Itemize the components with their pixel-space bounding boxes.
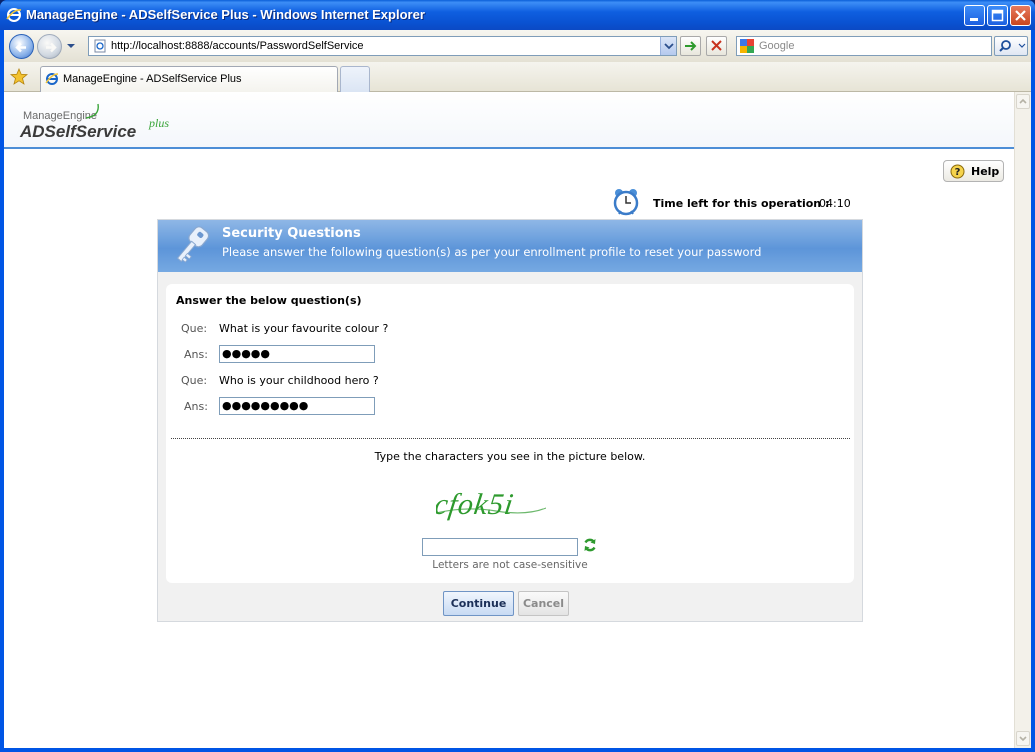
maximize-button[interactable] <box>987 5 1008 26</box>
answer-2-input[interactable]: ●●●●●●●●● <box>219 397 375 415</box>
section-divider <box>171 438 850 439</box>
captcha-instruction: Type the characters you see in the pictu… <box>374 450 646 463</box>
search-box[interactable]: Google <box>736 36 992 56</box>
panel-header: Security Questions Please answer the fol… <box>158 220 862 272</box>
ans-label: Ans: <box>184 400 208 413</box>
search-icon <box>999 40 1026 52</box>
security-questions-panel: Security Questions Please answer the fol… <box>157 219 863 622</box>
help-button[interactable]: ? Help <box>943 160 1004 182</box>
scroll-up-button[interactable] <box>1016 94 1030 109</box>
forward-button[interactable] <box>37 34 62 59</box>
captcha-case-note: Letters are not case-sensitive <box>432 559 588 571</box>
navigation-bar: http://localhost:8888/accounts/PasswordS… <box>4 30 1031 62</box>
tab-bar: ManageEngine - ADSelfService Plus <box>4 62 1031 92</box>
answer-1-input[interactable]: ●●●●● <box>219 345 375 363</box>
captcha-image: cfok5i <box>436 487 546 521</box>
time-left-label: Time left for this operation : <box>653 197 830 210</box>
captcha-text: cfok5i <box>436 487 516 521</box>
page-icon <box>94 39 106 53</box>
search-placeholder: Google <box>759 40 795 52</box>
address-url: http://localhost:8888/accounts/PasswordS… <box>111 40 364 52</box>
refresh-captcha-icon[interactable] <box>583 536 597 554</box>
panel-subtitle: Please answer the following question(s) … <box>222 245 762 259</box>
go-button[interactable] <box>680 36 701 56</box>
que-label: Que: <box>181 374 208 387</box>
go-arrow-icon <box>685 41 697 51</box>
window-frame-right <box>1031 30 1035 752</box>
tab-label: ManageEngine - ADSelfService Plus <box>63 73 242 85</box>
scroll-down-button[interactable] <box>1016 731 1030 746</box>
question-1: What is your favourite colour ? <box>219 322 389 335</box>
close-icon <box>1015 10 1026 21</box>
help-label: Help <box>971 165 1000 178</box>
chevron-up-icon <box>1019 98 1027 104</box>
maximize-icon <box>991 9 1004 22</box>
back-arrow-icon <box>15 42 26 53</box>
tab-adselfservice[interactable]: ManageEngine - ADSelfService Plus <box>40 66 338 92</box>
vertical-scrollbar[interactable] <box>1014 92 1031 748</box>
brand-plus: plus <box>149 116 170 130</box>
question-2: Who is your childhood hero ? <box>219 374 379 387</box>
window-title: ManageEngine - ADSelfService Plus - Wind… <box>26 7 425 22</box>
stop-icon <box>711 40 722 51</box>
chevron-down-icon <box>664 43 674 50</box>
questions-heading: Answer the below question(s) <box>176 294 362 307</box>
panel-title: Security Questions <box>222 226 361 241</box>
back-button[interactable] <box>9 34 34 59</box>
que-label: Que: <box>181 322 208 335</box>
favorites-star-icon[interactable] <box>10 68 28 86</box>
title-bar: ManageEngine - ADSelfService Plus - Wind… <box>0 0 1035 30</box>
questions-form: Answer the below question(s) Que: What i… <box>166 284 854 583</box>
time-left-value: 04:10 <box>819 197 851 210</box>
browser-window: ManageEngine - ADSelfService Plus - Wind… <box>0 0 1035 752</box>
google-icon <box>740 39 754 53</box>
address-dropdown-button[interactable] <box>660 37 676 55</box>
stop-button[interactable] <box>706 36 727 56</box>
new-tab-button[interactable] <box>340 66 370 92</box>
ie-tab-icon <box>45 73 59 85</box>
brand-arc-icon <box>85 103 99 119</box>
address-bar[interactable]: http://localhost:8888/accounts/PasswordS… <box>88 36 677 56</box>
minimize-icon <box>970 18 978 21</box>
continue-button[interactable]: Continue <box>443 591 514 616</box>
recent-pages-dropdown-icon[interactable] <box>66 41 76 51</box>
help-icon: ? <box>950 164 965 179</box>
web-content: ManageEngine ADSelfService plus ? Help T… <box>4 92 1031 748</box>
captcha-input[interactable] <box>422 538 578 556</box>
forward-arrow-icon <box>46 42 57 53</box>
minimize-button[interactable] <box>964 5 985 26</box>
brand-product: ADSelfService <box>20 122 137 141</box>
svg-text:?: ? <box>955 167 961 178</box>
key-icon <box>176 226 210 263</box>
ans-label: Ans: <box>184 348 208 361</box>
close-window-button[interactable] <box>1010 5 1031 26</box>
cancel-button[interactable]: Cancel <box>518 591 569 616</box>
app-header: ManageEngine ADSelfService plus <box>4 92 1014 149</box>
ie-logo-icon <box>6 8 22 22</box>
search-button[interactable] <box>994 36 1028 56</box>
chevron-down-icon <box>1019 736 1027 742</box>
alarm-clock-icon <box>613 189 639 216</box>
